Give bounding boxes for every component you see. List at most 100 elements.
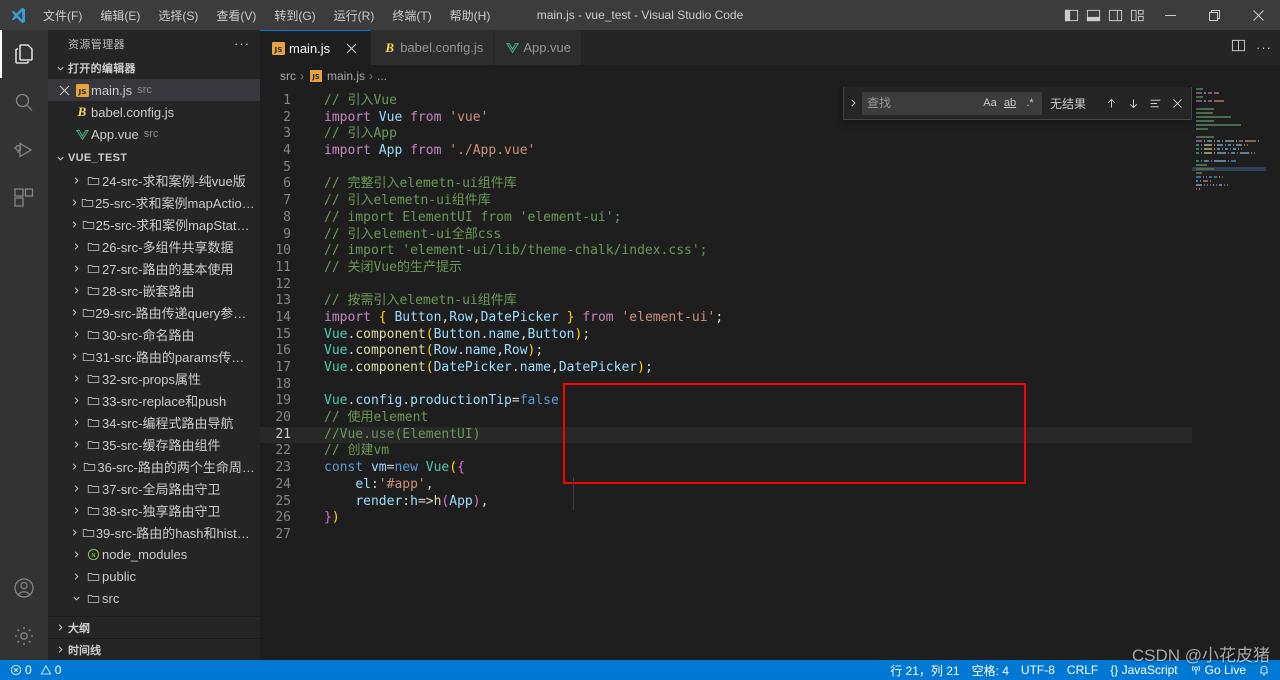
toggle-primary-sidebar-icon[interactable] <box>1060 0 1082 30</box>
code-line[interactable]: 24 el:'#app', <box>260 477 1280 494</box>
chevron-right-icon[interactable] <box>68 307 81 318</box>
editor-scrollbar[interactable] <box>1266 87 1280 660</box>
status-encoding[interactable]: UTF-8 <box>1015 663 1061 677</box>
tree-item[interactable]: 24-src-求和案例-纯vue版 <box>48 169 260 191</box>
menu-terminal[interactable]: 终端(T) <box>383 0 440 30</box>
file-tree[interactable]: 24-src-求和案例-纯vue版 25-src-求和案例mapActions和m… <box>48 169 260 616</box>
code-line[interactable]: 5 <box>260 160 1280 177</box>
menu-help[interactable]: 帮助(H) <box>441 0 500 30</box>
menu-run[interactable]: 运行(R) <box>325 0 384 30</box>
code-line[interactable]: 15 Vue.component(Button.name,Button); <box>260 327 1280 344</box>
tree-item[interactable]: 37-src-全局路由守卫 <box>48 477 260 499</box>
open-editors-header[interactable]: 打开的编辑器 <box>48 57 260 79</box>
status-cursor-position[interactable]: 行 21，列 21 <box>884 662 965 679</box>
tree-item[interactable]: src <box>48 587 260 609</box>
tree-item[interactable]: 29-src-路由传递query参数两种方... <box>48 301 260 323</box>
tree-item[interactable]: 36-src-路由的两个生命周期钩子 <box>48 455 260 477</box>
tree-item[interactable]: 34-src-编程式路由导航 <box>48 411 260 433</box>
tree-item[interactable]: 31-src-路由的params传参的两种... <box>48 345 260 367</box>
code-line[interactable]: 6 // 完整引入elemetn-ui组件库 <box>260 176 1280 193</box>
activity-explorer[interactable] <box>0 30 48 78</box>
breadcrumb-main-js[interactable]: main.js <box>327 69 365 83</box>
customize-layout-icon[interactable] <box>1126 0 1148 30</box>
code-line[interactable]: 18 <box>260 377 1280 394</box>
code-line[interactable]: 16 Vue.component(Row.name,Row); <box>260 343 1280 360</box>
code-line[interactable]: 14 import { Button,Row,DatePicker } from … <box>260 310 1280 327</box>
menu-go[interactable]: 转到(G) <box>265 0 324 30</box>
chevron-right-icon[interactable] <box>68 571 84 582</box>
activity-search[interactable] <box>0 78 48 126</box>
code-line[interactable]: 10 // import 'element-ui/lib/theme-chalk/… <box>260 243 1280 260</box>
menu-view[interactable]: 查看(V) <box>207 0 265 30</box>
chevron-right-icon[interactable] <box>844 98 862 108</box>
status-language-mode[interactable]: {} JavaScript <box>1104 663 1183 677</box>
menu-file[interactable]: 文件(F) <box>34 0 91 30</box>
tree-item[interactable]: 32-src-props属性 <box>48 367 260 389</box>
tree-item[interactable]: 25-src-求和案例mapState和map... <box>48 213 260 235</box>
toggle-panel-icon[interactable] <box>1082 0 1104 30</box>
tree-item[interactable]: public <box>48 565 260 587</box>
code-line[interactable]: 9 // 引入element-ui全部css <box>260 227 1280 244</box>
match-case-toggle[interactable]: Aa <box>980 93 1000 113</box>
chevron-right-icon[interactable] <box>68 395 84 406</box>
code-line[interactable]: 8 // import ElementUI from 'element-ui'; <box>260 210 1280 227</box>
tab-main-js[interactable]: JS main.js <box>260 30 372 65</box>
chevron-right-icon[interactable] <box>68 175 84 186</box>
status-go-live[interactable]: Go Live <box>1184 663 1252 677</box>
arrow-down-icon[interactable] <box>1123 93 1143 113</box>
tree-item[interactable]: 35-src-缓存路由组件 <box>48 433 260 455</box>
sidebar-section-outline[interactable]: 大纲 <box>48 616 260 638</box>
window-close-button[interactable] <box>1236 0 1280 30</box>
tab-babel-config-js[interactable]: B babel.config.js <box>371 30 495 65</box>
tree-item[interactable]: Nnode_modules <box>48 543 260 565</box>
chevron-right-icon[interactable] <box>68 549 84 560</box>
tree-item[interactable]: 33-src-replace和push <box>48 389 260 411</box>
status-notifications[interactable] <box>1252 664 1276 676</box>
chevron-right-icon[interactable] <box>68 285 84 296</box>
find-widget[interactable]: Aa ab .* 无结果 <box>843 87 1192 120</box>
find-input-container[interactable]: Aa ab .* <box>862 91 1042 115</box>
breadcrumb-ellipsis[interactable]: ... <box>377 69 387 83</box>
chevron-right-icon[interactable] <box>68 263 84 274</box>
selection-icon[interactable] <box>1145 93 1165 113</box>
code-line[interactable]: 3 // 引入App <box>260 126 1280 143</box>
chevron-down-icon[interactable] <box>68 593 84 604</box>
sidebar-section-timeline[interactable]: 时间线 <box>48 638 260 660</box>
code-line[interactable]: 13 // 按需引入elemetn-ui组件库 <box>260 293 1280 310</box>
tree-item[interactable]: 27-src-路由的基本使用 <box>48 257 260 279</box>
code-line[interactable]: 19 Vue.config.productionTip=false <box>260 393 1280 410</box>
search-input[interactable] <box>867 96 980 110</box>
activity-extensions[interactable] <box>0 174 48 222</box>
more-actions-icon[interactable]: ··· <box>1256 40 1272 55</box>
chevron-right-icon[interactable] <box>68 351 81 362</box>
regex-toggle[interactable]: .* <box>1020 93 1040 113</box>
tree-item[interactable]: 30-src-命名路由 <box>48 323 260 345</box>
code-line[interactable]: 12 <box>260 277 1280 294</box>
close-icon[interactable] <box>56 85 73 96</box>
arrow-up-icon[interactable] <box>1101 93 1121 113</box>
activity-run-debug[interactable] <box>0 126 48 174</box>
chevron-right-icon[interactable] <box>68 373 84 384</box>
open-editor-babel-config-js[interactable]: B babel.config.js <box>48 101 260 123</box>
tab-app-vue[interactable]: App.vue <box>494 30 583 65</box>
window-maximize-button[interactable] <box>1192 0 1236 30</box>
code-editor[interactable]: 1 // 引入Vue 2 import Vue from 'vue' 3 // 引入App… <box>260 87 1280 660</box>
chevron-right-icon[interactable] <box>68 439 84 450</box>
chevron-right-icon[interactable] <box>68 417 84 428</box>
menu-edit[interactable]: 编辑(E) <box>91 0 149 30</box>
open-editor-main-js[interactable]: JS main.js src <box>48 79 260 102</box>
status-eol[interactable]: CRLF <box>1061 663 1104 677</box>
tree-item[interactable]: 38-src-独享路由守卫 <box>48 499 260 521</box>
chevron-right-icon[interactable] <box>68 329 84 340</box>
chevron-right-icon[interactable] <box>68 461 82 472</box>
tree-item[interactable]: 28-src-嵌套路由 <box>48 279 260 301</box>
chevron-right-icon[interactable] <box>68 505 84 516</box>
code-line[interactable]: 23 const vm=new Vue({ <box>260 460 1280 477</box>
code-line[interactable]: 26}) <box>260 510 1280 527</box>
tree-item[interactable]: App.vue <box>48 609 260 616</box>
chevron-right-icon[interactable] <box>68 219 81 230</box>
chevron-right-icon[interactable] <box>68 483 84 494</box>
whole-word-toggle[interactable]: ab <box>1000 93 1020 113</box>
code-line[interactable]: 27 <box>260 527 1280 544</box>
menu-bar[interactable]: 文件(F) 编辑(E) 选择(S) 查看(V) 转到(G) 运行(R) 终端(T… <box>34 0 499 30</box>
